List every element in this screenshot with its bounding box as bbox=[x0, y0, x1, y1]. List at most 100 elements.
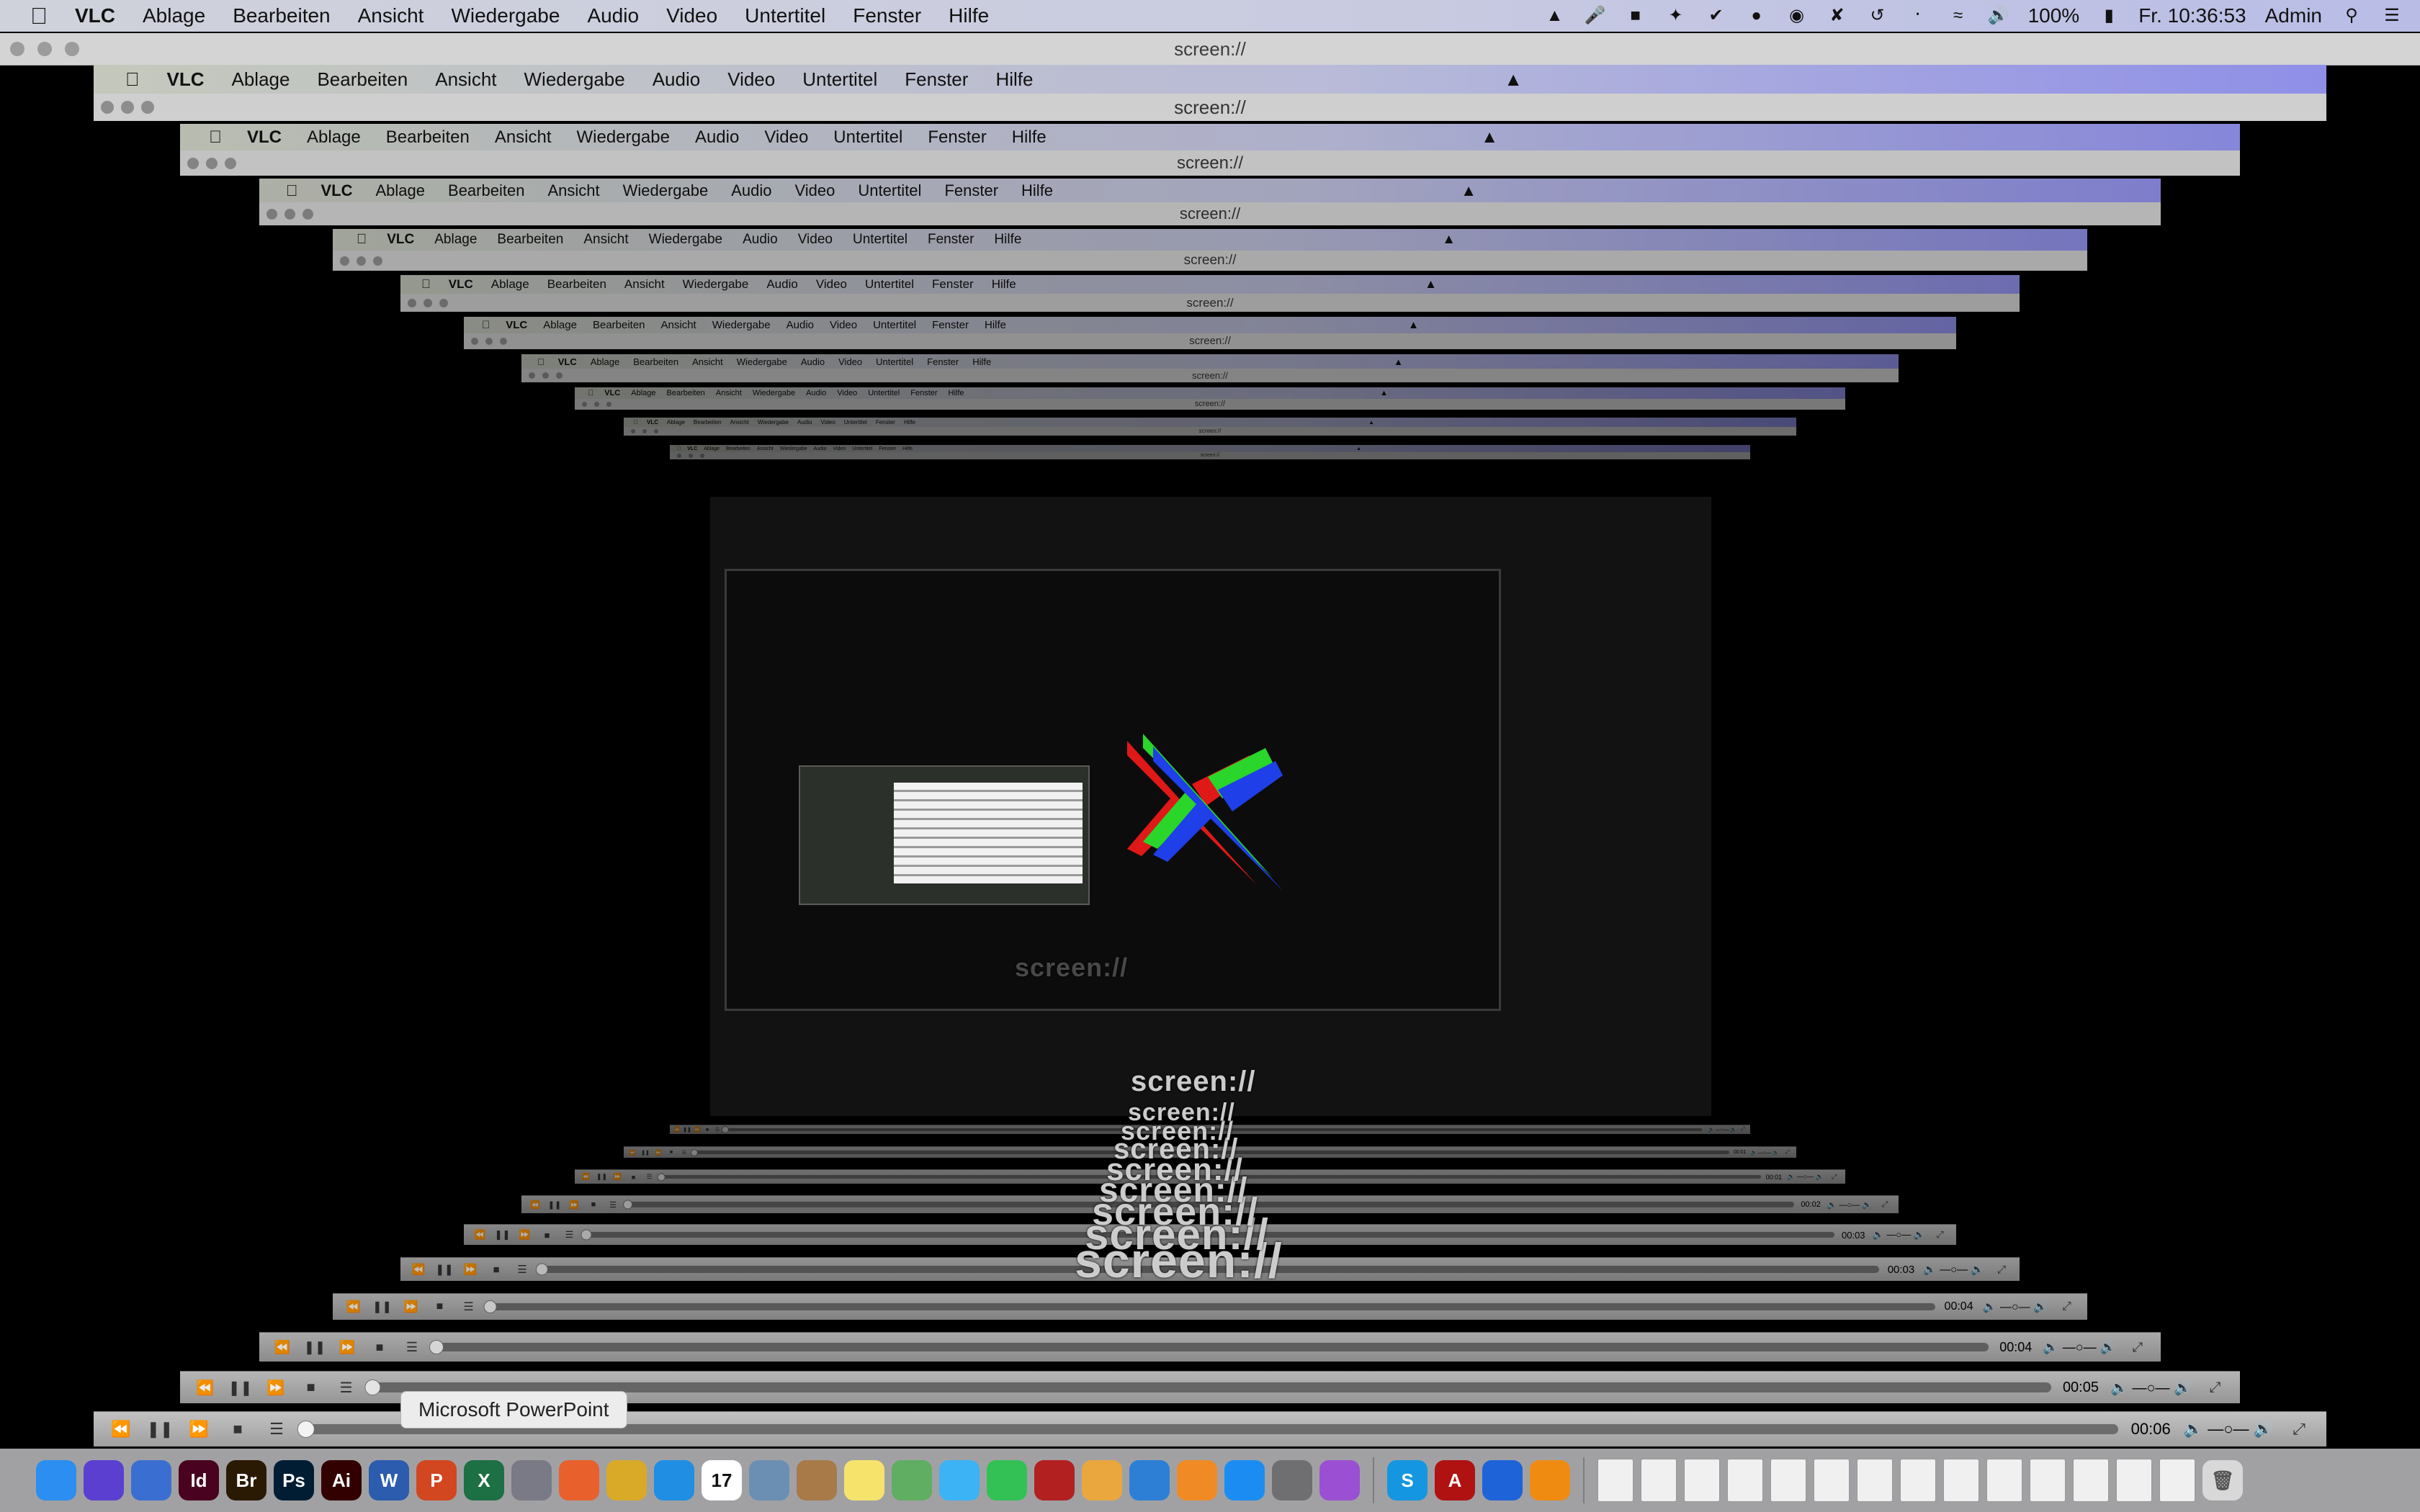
nested-menu-item: Bearbeiten bbox=[689, 419, 722, 426]
photos-icon[interactable] bbox=[1082, 1460, 1122, 1500]
nested-volume-control: 🔈 —○— 🔊 bbox=[2043, 1339, 2116, 1354]
acrobat-icon[interactable]: A bbox=[1435, 1460, 1475, 1500]
apple-menu-icon[interactable]:  bbox=[30, 3, 48, 30]
nested-menu-item: Hilfe bbox=[982, 277, 1016, 291]
contacts-icon[interactable] bbox=[797, 1460, 837, 1500]
close-button[interactable] bbox=[10, 42, 24, 56]
spotlight-search-icon[interactable]: ⚲ bbox=[2341, 6, 2362, 25]
skype-icon[interactable]: S bbox=[1387, 1460, 1428, 1500]
nested-window-controls bbox=[582, 399, 611, 410]
nested-menu-item: Audio bbox=[799, 389, 826, 397]
nested-menu-item: Fenster bbox=[917, 232, 974, 247]
nested-title-bar: screen:// bbox=[670, 452, 1750, 459]
nested-fullscreen-icon: ⤢ bbox=[1936, 1229, 1944, 1240]
creative-cloud-icon[interactable]: ● bbox=[1746, 6, 1767, 25]
facetime-icon[interactable] bbox=[987, 1460, 1027, 1500]
dock-document-icon[interactable] bbox=[2030, 1459, 2066, 1502]
menu-ansicht[interactable]: Ansicht bbox=[358, 4, 424, 27]
menu-untertitel[interactable]: Untertitel bbox=[745, 4, 825, 27]
excel-icon[interactable]: X bbox=[464, 1460, 504, 1500]
minimize-button[interactable] bbox=[37, 42, 52, 56]
dropbox-status-icon[interactable]: ✦ bbox=[1665, 6, 1687, 25]
dock-document-icon[interactable] bbox=[1814, 1459, 1850, 1502]
user-name[interactable]: Admin bbox=[2265, 4, 2322, 27]
dock-document-icon[interactable] bbox=[1641, 1459, 1677, 1502]
launchpad-icon[interactable] bbox=[511, 1460, 552, 1500]
dock-document-icon[interactable] bbox=[1597, 1459, 1634, 1502]
battery-icon[interactable]: ▮ bbox=[2098, 6, 2120, 25]
dock-document-icon[interactable] bbox=[1684, 1459, 1720, 1502]
dock-document-icon[interactable] bbox=[1770, 1459, 1806, 1502]
nested-window-title: screen:// bbox=[1198, 428, 1222, 434]
notes-icon[interactable] bbox=[844, 1460, 884, 1500]
trash-icon[interactable]: 🗑 bbox=[2202, 1460, 2243, 1500]
safari-icon[interactable] bbox=[131, 1460, 171, 1500]
wifi-icon[interactable]: ≈ bbox=[1948, 6, 1969, 25]
podcasts-icon[interactable] bbox=[1319, 1460, 1360, 1500]
dock-document-icon[interactable] bbox=[2116, 1459, 2152, 1502]
menu-audio[interactable]: Audio bbox=[587, 4, 639, 27]
indesign-icon[interactable]: Id bbox=[179, 1460, 219, 1500]
tool-icon[interactable]: ✘ bbox=[1827, 6, 1848, 25]
menu-app-name[interactable]: VLC bbox=[75, 4, 115, 27]
dock-document-icon[interactable] bbox=[1900, 1459, 1936, 1502]
appstore-icon[interactable] bbox=[1224, 1460, 1265, 1500]
chrome-icon[interactable] bbox=[606, 1460, 647, 1500]
nested-volume-control: 🔈 —○— 🔊 bbox=[1982, 1301, 2048, 1313]
nested-title-bar: screen:// bbox=[575, 399, 1845, 410]
vlc-status-icon[interactable]: ▲ bbox=[1544, 6, 1566, 25]
dock-document-icon[interactable] bbox=[1943, 1459, 1979, 1502]
maps-icon[interactable] bbox=[892, 1460, 932, 1500]
keynote-icon[interactable] bbox=[1129, 1460, 1170, 1500]
dock-document-icon[interactable] bbox=[1986, 1459, 2022, 1502]
menu-video[interactable]: Video bbox=[666, 4, 717, 27]
nested-window-dot bbox=[206, 157, 218, 169]
dock-document-icon[interactable] bbox=[2159, 1459, 2195, 1502]
books-icon[interactable] bbox=[1177, 1460, 1217, 1500]
volume-icon[interactable]: 🔊 bbox=[1988, 6, 2009, 25]
menu-ablage[interactable]: Ablage bbox=[143, 4, 205, 27]
menu-wiedergabe[interactable]: Wiedergabe bbox=[451, 4, 560, 27]
photobooth-icon[interactable] bbox=[1034, 1460, 1075, 1500]
clock[interactable]: Fr. 10:36:53 bbox=[2138, 4, 2246, 27]
check-icon[interactable]: ✔ bbox=[1706, 6, 1727, 25]
preview-icon[interactable] bbox=[749, 1460, 789, 1500]
calendar-icon[interactable]: 17 bbox=[702, 1460, 742, 1500]
menu-hilfe[interactable]: Hilfe bbox=[949, 4, 989, 27]
dropbox-icon[interactable] bbox=[1482, 1460, 1523, 1500]
dock-document-icon[interactable] bbox=[2073, 1459, 2109, 1502]
siri-icon[interactable] bbox=[84, 1460, 124, 1500]
notification-center-icon[interactable]: ☰ bbox=[2381, 6, 2403, 25]
nested-pause-icon: ❚❚ bbox=[146, 1420, 174, 1438]
nested-menu-item: Hilfe bbox=[981, 68, 1033, 90]
safari2-icon[interactable] bbox=[654, 1460, 694, 1500]
camera-icon[interactable]: ■ bbox=[1625, 6, 1646, 25]
firefox-icon[interactable] bbox=[559, 1460, 599, 1500]
dock-document-icon[interactable] bbox=[1727, 1459, 1763, 1502]
powerpoint-icon[interactable]: P bbox=[416, 1460, 457, 1500]
nested-menu-item: Hilfe bbox=[965, 356, 991, 367]
nested-pause-icon: ❚❚ bbox=[303, 1339, 326, 1354]
time-machine-icon[interactable]: ↺ bbox=[1867, 6, 1888, 25]
menu-bearbeiten[interactable]: Bearbeiten bbox=[233, 4, 330, 27]
menu-fenster[interactable]: Fenster bbox=[853, 4, 921, 27]
illustrator-icon[interactable]: Ai bbox=[321, 1460, 362, 1500]
nested-menu-item: Fenster bbox=[923, 277, 974, 291]
nested-pause-icon: ❚❚ bbox=[228, 1380, 253, 1396]
nested-apple-icon:  bbox=[421, 277, 431, 292]
vlc-icon[interactable] bbox=[1530, 1460, 1570, 1500]
word-icon[interactable]: W bbox=[369, 1460, 409, 1500]
messages-icon[interactable] bbox=[939, 1460, 980, 1500]
bridge-icon[interactable]: Br bbox=[226, 1460, 266, 1500]
finder-icon[interactable] bbox=[36, 1460, 76, 1500]
nested-menu-item: Untertitel bbox=[869, 356, 913, 367]
record-icon[interactable]: ◉ bbox=[1786, 6, 1808, 25]
microphone-icon[interactable]: 🎤 bbox=[1585, 6, 1606, 25]
settings-icon[interactable] bbox=[1272, 1460, 1312, 1500]
zoom-button[interactable] bbox=[65, 42, 79, 56]
dock-document-icon[interactable] bbox=[1857, 1459, 1893, 1502]
nested-menu-item: Video bbox=[807, 277, 847, 291]
nested-seek-knob bbox=[657, 1173, 666, 1181]
bluetooth-icon[interactable]: ᛫ bbox=[1907, 6, 1929, 25]
photoshop-icon[interactable]: Ps bbox=[274, 1460, 314, 1500]
